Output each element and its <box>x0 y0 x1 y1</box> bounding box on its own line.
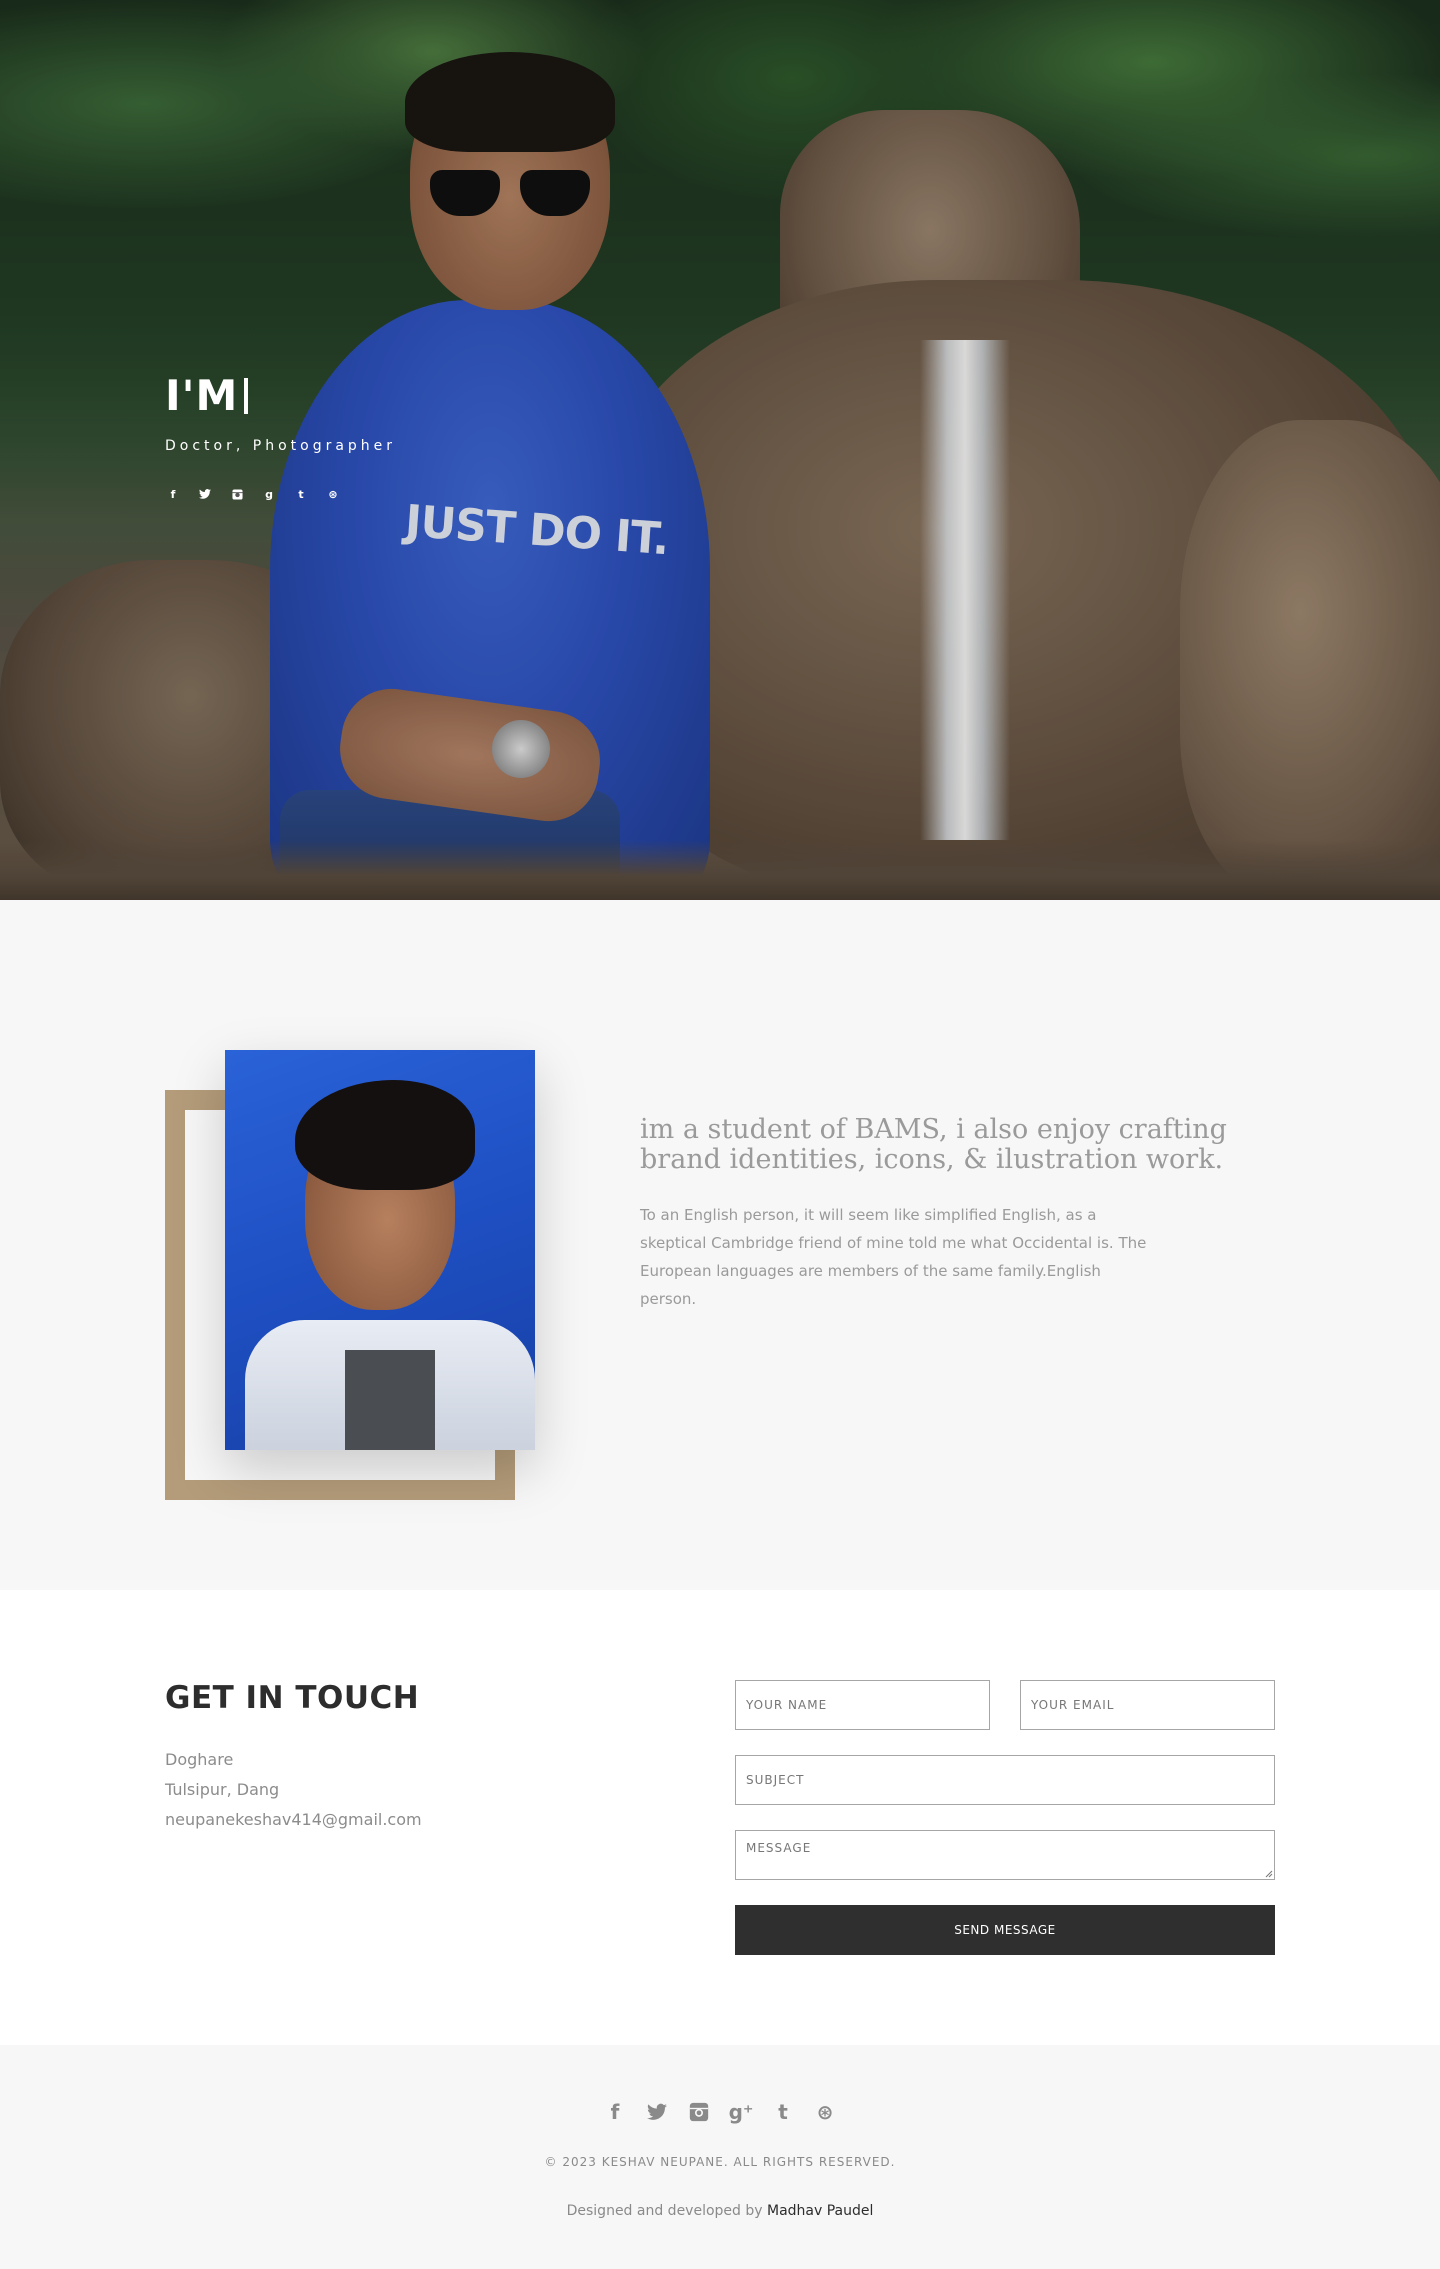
google-plus-icon[interactable]: g⁺ <box>729 2100 754 2124</box>
about-text: im a student of BAMS, i also enjoy craft… <box>640 1115 1280 1313</box>
hero-content: I'M Doctor, Photographer f g t ⊛ <box>165 370 396 502</box>
address-line-1: Doghare <box>165 1750 234 1769</box>
footer: f g⁺ t ⊛ © 2023 KESHAV NEUPANE. ALL RIGH… <box>0 2045 1440 2269</box>
about-body: To an English person, it will seem like … <box>640 1206 1147 1308</box>
author-link[interactable]: Madhav Paudel <box>767 2203 873 2219</box>
about-section: im a student of BAMS, i also enjoy craft… <box>0 900 1440 1590</box>
typing-cursor <box>244 378 249 414</box>
dribbble-icon[interactable]: ⊛ <box>815 2100 835 2124</box>
message-textarea[interactable] <box>735 1830 1275 1880</box>
twitter-icon[interactable] <box>647 2100 667 2124</box>
twitter-icon[interactable] <box>197 486 213 502</box>
credit-text: Designed and developed by Madhav Paudel <box>0 2203 1440 2219</box>
hero-subtitle: Doctor, Photographer <box>165 438 397 454</box>
contact-info: Doghare Tulsipur, Dang neupanekeshav414@… <box>165 1745 422 1835</box>
instagram-icon[interactable] <box>229 486 245 502</box>
facebook-icon[interactable]: f <box>605 2100 625 2124</box>
portrait-photo <box>225 1050 535 1450</box>
hero-title: I'M <box>165 370 396 422</box>
address-line-2: Tulsipur, Dang <box>165 1780 280 1799</box>
tumblr-icon[interactable]: t <box>773 2100 793 2124</box>
instagram-icon[interactable] <box>689 2100 709 2124</box>
facebook-icon[interactable]: f <box>165 486 181 502</box>
about-heading: im a student of BAMS, i also enjoy craft… <box>640 1114 1227 1175</box>
hero-section: JUST DO IT. I'M Doctor, Photographer f g… <box>0 0 1440 900</box>
contact-email: neupanekeshav414@gmail.com <box>165 1810 422 1829</box>
footer-social-links: f g⁺ t ⊛ <box>0 2100 1440 2124</box>
resize-handle-icon[interactable] <box>1263 1868 1273 1878</box>
credit-prefix: Designed and developed by <box>566 2203 767 2219</box>
portrait-shirt <box>345 1350 435 1450</box>
tumblr-icon[interactable]: t <box>293 486 309 502</box>
name-input[interactable] <box>735 1680 990 1730</box>
subject-input[interactable] <box>735 1755 1275 1805</box>
portrait-hair <box>295 1080 475 1190</box>
copyright-text: © 2023 KESHAV NEUPANE. ALL RIGHTS RESERV… <box>544 2155 896 2169</box>
email-input[interactable] <box>1020 1680 1275 1730</box>
hero-social-links: f g t ⊛ <box>165 486 396 502</box>
contact-title: GET IN TOUCH <box>165 1680 420 1716</box>
dribbble-icon[interactable]: ⊛ <box>325 486 341 502</box>
contact-section: GET IN TOUCH Doghare Tulsipur, Dang neup… <box>0 1590 1440 2045</box>
google-plus-icon[interactable]: g <box>261 486 277 502</box>
hero-title-text: I'M <box>165 371 239 420</box>
send-message-button[interactable]: SEND MESSAGE <box>735 1905 1275 1955</box>
